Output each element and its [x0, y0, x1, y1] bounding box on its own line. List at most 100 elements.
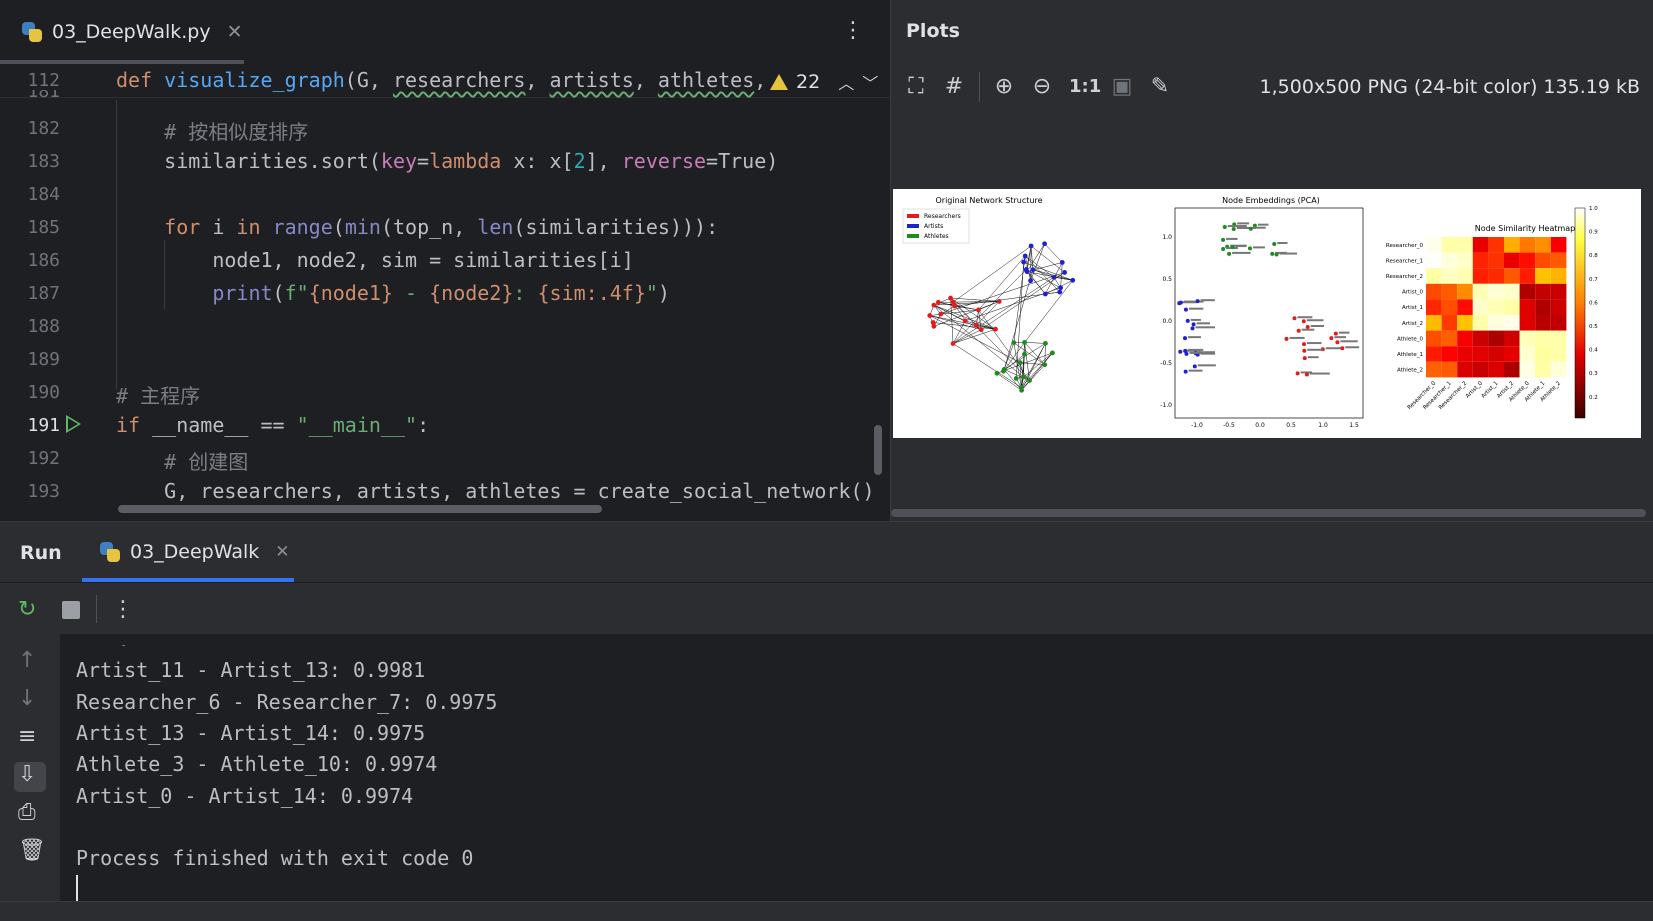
heatmap-cell [1519, 299, 1536, 315]
panel-title: Node Similarity Heatmap [1475, 224, 1576, 233]
heatmap-cell [1426, 283, 1442, 300]
scroll-down-icon[interactable]: ↓ [18, 686, 36, 711]
code-editor[interactable]: 03_DeepWalk.py ✕ ⋮ 112 def visualize_gra… [0, 0, 890, 521]
fit-window-icon[interactable]: ▣ [1109, 74, 1135, 100]
colorbar-tick: 1.0 [1589, 206, 1598, 212]
graph-edge [1024, 342, 1046, 344]
heatmap-cell [1441, 299, 1458, 315]
console-output[interactable]: - Artist_11 - Artist_13: 0.9981 Research… [60, 634, 1653, 902]
pca-scatter [1177, 222, 1360, 377]
colorbar-tick: 0.4 [1589, 348, 1598, 354]
legend: Researchers Artists Athletes [902, 208, 970, 244]
next-highlight-icon[interactable]: ﹀ [862, 70, 878, 94]
legend-swatch-artists [907, 224, 919, 228]
pca-point-label [1183, 300, 1204, 303]
sticky-scroll-header[interactable]: 112 def visualize_graph(G, researchers, … [0, 64, 890, 98]
panel-title: Node Embeddings (PCA) [1222, 196, 1320, 205]
graph-node [952, 303, 958, 309]
graph-node [1028, 278, 1033, 284]
run-tab[interactable]: 03_DeepWalk ✕ [82, 522, 294, 582]
plots-horizontal-scrollbar[interactable] [891, 509, 1646, 517]
graph-node [1043, 340, 1048, 346]
svg-text:-1.0: -1.0 [1191, 422, 1203, 429]
stop-button[interactable] [62, 601, 80, 619]
editor-tab-bar: 03_DeepWalk.py ✕ ⋮ [0, 0, 890, 64]
heatmap-cell [1426, 346, 1442, 362]
heatmap-row-label: Artist_2 [1402, 321, 1423, 327]
heatmap-cell [1457, 361, 1473, 378]
pca-point-label [1188, 348, 1204, 351]
heatmap-cell [1441, 268, 1458, 284]
heatmap-cell [1488, 252, 1504, 269]
close-run-tab-icon[interactable]: ✕ [275, 542, 289, 562]
close-tab-icon[interactable]: ✕ [227, 21, 243, 43]
line-number: 183 [27, 151, 60, 172]
graph-edge [950, 297, 1000, 302]
run-tab-title: 03_DeepWalk [130, 541, 260, 563]
pca-point [1183, 348, 1188, 353]
pca-point-label [1235, 245, 1247, 248]
heatmap-cell [1472, 299, 1489, 315]
more-actions-icon[interactable]: ⋮ [112, 597, 134, 622]
pca-point [1192, 364, 1197, 369]
print-icon[interactable]: ⎙ [18, 800, 36, 825]
colorbar-tick: 0.3 [1589, 371, 1598, 377]
heatmap-row-label: Artist_0 [1402, 290, 1423, 296]
sticky-code-line: def visualize_graph(G, researchers, arti… [116, 68, 767, 92]
line-number: 181 [0, 90, 60, 100]
pca-point [1230, 245, 1235, 250]
svg-text:0.5: 0.5 [1286, 422, 1296, 429]
heatmap-cell [1441, 252, 1458, 269]
heatmap-cell [1457, 283, 1473, 300]
graph-node [996, 299, 1002, 304]
pca-point-label [1226, 237, 1238, 240]
scroll-up-icon[interactable]: ↑ [18, 648, 36, 673]
pca-point [1304, 372, 1309, 377]
editor-tab-title: 03_DeepWalk.py [52, 21, 211, 43]
pca-point [1247, 246, 1252, 251]
color-picker-icon[interactable]: ✎ [1147, 74, 1173, 100]
rerun-icon[interactable]: ↻ [18, 597, 36, 622]
code-line: if __name__ == "__main__": [116, 413, 430, 437]
pca-point [1274, 252, 1279, 257]
editor-vertical-scrollbar[interactable] [874, 425, 882, 475]
graph-node [1011, 340, 1017, 346]
editor-tab[interactable]: 03_DeepWalk.py ✕ [0, 0, 244, 64]
zoom-in-icon[interactable]: ⊕ [991, 74, 1017, 100]
pca-point-label [1200, 299, 1215, 302]
pca-point [1301, 319, 1306, 324]
graph-node [1051, 274, 1057, 280]
heatmap-row-label: Athlete_0 [1397, 336, 1424, 342]
pca-point [1284, 336, 1289, 341]
heatmap-cell [1488, 361, 1504, 378]
editor-horizontal-scrollbar[interactable] [118, 505, 602, 513]
graph-edge [1021, 343, 1046, 391]
heatmap-cell [1426, 237, 1442, 253]
scroll-to-end-icon[interactable]: ⇩ [18, 762, 36, 787]
console-line: Athlete_3 - Athlete_10: 0.9974 [76, 752, 438, 776]
svg-text:0.5: 0.5 [1162, 276, 1172, 283]
heatmap-cell [1426, 315, 1442, 331]
pca-point-label [1309, 372, 1330, 375]
inspection-widget[interactable]: 22 ︿ ﹀ [770, 70, 878, 94]
code-line: # 创建图 [164, 450, 249, 474]
run-gutter-icon[interactable] [66, 415, 81, 433]
pca-point-label [1307, 342, 1322, 345]
line-number: 189 [27, 349, 60, 370]
legend-label: Athletes [924, 233, 949, 240]
grid-icon[interactable]: # [941, 74, 967, 100]
heatmap-cell [1472, 237, 1489, 253]
colorbar: 1.0 0.9 0.8 0.7 0.6 0.5 0.4 0.3 0.2 [1574, 206, 1598, 419]
toolbar-separator [979, 72, 980, 102]
actual-size-button[interactable]: 1:1 [1069, 74, 1101, 100]
clear-console-icon[interactable]: 🗑 [18, 838, 46, 863]
graph-node [1013, 376, 1019, 381]
graph-node [931, 323, 937, 329]
zoom-out-icon[interactable]: ⊖ [1029, 74, 1055, 100]
soft-wrap-icon[interactable]: ≡ [18, 724, 36, 749]
more-options-icon[interactable]: ⋮ [842, 18, 864, 43]
heatmap-cell [1550, 268, 1567, 284]
fit-zoom-icon[interactable]: ⛶ [903, 74, 929, 100]
pca-ticks: 1.0 0.5 0.0 -0.5 -1.0 -1.0 -0.5 0.0 0.5 … [1160, 234, 1359, 429]
previous-highlight-icon[interactable]: ︿ [838, 70, 854, 94]
